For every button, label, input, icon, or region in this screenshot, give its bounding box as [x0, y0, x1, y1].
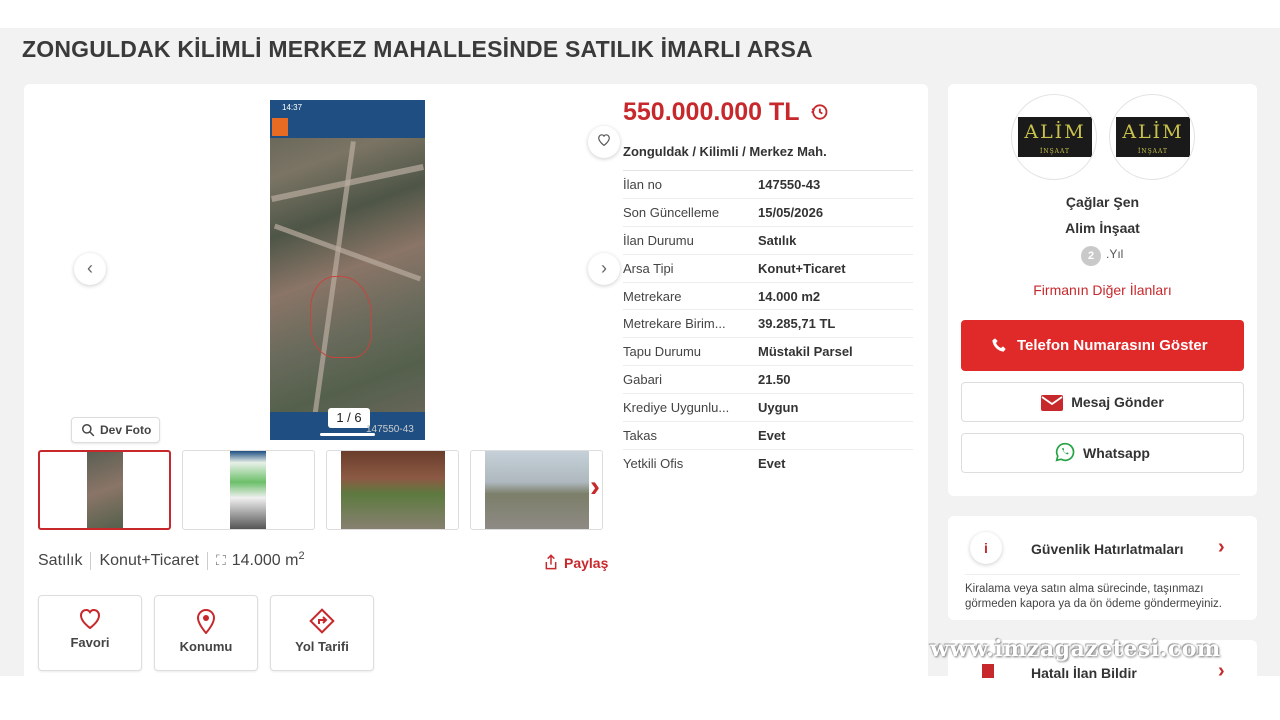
thumbnail-2[interactable]	[182, 450, 315, 530]
expand-icon: ⛶	[215, 552, 226, 569]
other-ads-link[interactable]: Firmanın Diğer İlanları	[948, 282, 1257, 298]
detail-label: Yetkili Ofis	[623, 455, 684, 471]
send-message-button[interactable]: Mesaj Gönder	[961, 382, 1244, 422]
phone-icon	[992, 338, 1006, 352]
page-title: ZONGULDAK KİLİMLİ MERKEZ MAHALLESİNDE SA…	[22, 36, 813, 62]
heart-icon	[79, 608, 101, 630]
details-table: İlan no 147550-43 Son Güncelleme 15/05/2026…	[623, 170, 913, 477]
thumbnail-next-button[interactable]: ›	[590, 470, 600, 504]
chevron-left-icon: ‹	[87, 258, 93, 278]
thumbnail-strip: ›	[38, 450, 608, 530]
photo-counter: 1 / 6	[328, 408, 370, 428]
detail-value: 39.285,71 TL	[758, 316, 836, 332]
detail-value: Müstakil Parsel	[758, 344, 853, 360]
detail-label: Takas	[623, 428, 657, 444]
detail-value: Evet	[758, 455, 786, 471]
detail-value: Konut+Ticaret	[758, 260, 846, 276]
detail-row: Krediye Uygunlu... Uygun	[623, 393, 913, 421]
detail-row: Arsa Tipi Konut+Ticaret	[623, 253, 913, 282]
share-button[interactable]: Paylaş	[544, 554, 608, 571]
favorite-photo-button[interactable]	[588, 126, 620, 158]
detail-value: 147550-43	[758, 177, 821, 192]
listing-tags: Satılık Konut+Ticaret ⛶ 14.000 m2	[38, 550, 305, 571]
chevron-right-icon: ›	[1218, 536, 1225, 558]
photo-gallery: 14:37 1 / 6 147550-43 ‹ › Dev Foto	[48, 98, 620, 448]
show-phone-button[interactable]: Telefon Numarasını Göster	[961, 320, 1244, 371]
detail-value: 14.000 m2	[758, 288, 821, 304]
chevron-right-icon: ›	[601, 258, 607, 278]
whatsapp-button[interactable]: Whatsapp	[961, 433, 1244, 473]
detail-row: İlan Durumu Satılık	[623, 225, 913, 254]
prev-photo-button[interactable]: ‹	[74, 253, 106, 285]
heart-icon	[598, 134, 610, 147]
watermark: www.imzagazetesi.com	[930, 636, 1221, 662]
thumbnail-3[interactable]	[326, 450, 459, 530]
medal-icon: 2	[1081, 246, 1101, 266]
seller-company: Alim İnşaat	[1065, 220, 1140, 236]
detail-value: Satılık	[758, 232, 797, 248]
info-icon: i	[970, 532, 1002, 564]
company-logo[interactable]: ALİM İNŞAAT	[1011, 94, 1097, 180]
detail-label: Metrekare Birim...	[623, 316, 726, 332]
whatsapp-icon	[1055, 442, 1075, 462]
report-title: Hatalı İlan Bildir	[1031, 665, 1137, 681]
detail-label: İlan no	[623, 177, 663, 192]
favorite-button[interactable]: Favori	[38, 595, 142, 671]
safety-text: Kiralama veya satın alma sürecinde, taşı…	[965, 583, 1222, 610]
detail-value: Uygun	[758, 400, 799, 416]
directions-button[interactable]: Yol Tarifi	[270, 595, 374, 671]
seller-person: Çağlar Şen	[1065, 194, 1140, 210]
flag-icon	[982, 664, 994, 678]
detail-label: Tapu Durumu	[623, 344, 702, 360]
chevron-right-icon: ›	[590, 470, 600, 503]
main-photo[interactable]: 14:37 1 / 6 147550-43	[270, 100, 425, 440]
detail-value: 15/05/2026	[758, 204, 824, 220]
seller-card: ALİM İNŞAAT ALİM İNŞAAT Çağlar Şen Alim İn…	[948, 84, 1257, 496]
detail-row: Son Güncelleme 15/05/2026	[623, 197, 913, 226]
detail-row: Yetkili Ofis Evet	[623, 448, 913, 477]
map-pin-icon	[196, 609, 216, 634]
page: ZONGULDAK KİLİMLİ MERKEZ MAHALLESİNDE SA…	[0, 28, 1280, 700]
location-button[interactable]: Konumu	[154, 595, 258, 671]
detail-label: Gabari	[623, 372, 663, 388]
safety-card[interactable]: i Güvenlik Hatırlatmaları › Kiralama vey…	[948, 516, 1257, 620]
membership-years: .Yıl	[1106, 247, 1124, 261]
detail-row: Gabari 21.50	[623, 365, 913, 393]
chevron-right-icon: ›	[1218, 660, 1225, 682]
search-icon	[82, 424, 95, 437]
history-icon[interactable]	[809, 102, 829, 122]
directions-icon	[309, 608, 335, 634]
tag-status: Satılık	[38, 552, 83, 570]
detail-label: İlan Durumu	[623, 232, 694, 248]
tag-area: 14.000 m	[231, 552, 299, 570]
detail-row: Takas Evet	[623, 421, 913, 449]
detail-row: Tapu Durumu Müstakil Parsel	[623, 337, 913, 365]
tag-type: Konut+Ticaret	[99, 552, 199, 570]
detail-value: Evet	[758, 428, 786, 444]
thumbnail-4[interactable]	[470, 450, 603, 530]
next-photo-button[interactable]: ›	[588, 253, 620, 285]
share-icon	[545, 554, 557, 570]
safety-title: Güvenlik Hatırlatmaları	[1031, 541, 1184, 557]
detail-label: Son Güncelleme	[623, 204, 720, 220]
company-logo-2[interactable]: ALİM İNŞAAT	[1109, 94, 1195, 180]
detail-label: Krediye Uygunlu...	[623, 400, 730, 416]
thumbnail-1[interactable]	[38, 450, 171, 530]
parcel-outline	[310, 276, 372, 358]
detail-row: İlan no 147550-43	[623, 170, 913, 198]
mail-icon	[1041, 395, 1064, 411]
price: 550.000.000 TL	[623, 98, 800, 126]
listing-location: Zonguldak / Kilimli / Merkez Mah.	[623, 144, 827, 159]
detail-value: 21.50	[758, 372, 791, 388]
detail-row: Metrekare Birim... 39.285,71 TL	[623, 309, 913, 337]
detail-label: Metrekare	[623, 288, 682, 304]
listing-card: 14:37 1 / 6 147550-43 ‹ › Dev Foto › Sat…	[24, 84, 928, 684]
detail-row: Metrekare 14.000 m2	[623, 281, 913, 310]
dev-foto-button[interactable]: Dev Foto	[71, 417, 160, 443]
detail-label: Arsa Tipi	[623, 260, 674, 276]
